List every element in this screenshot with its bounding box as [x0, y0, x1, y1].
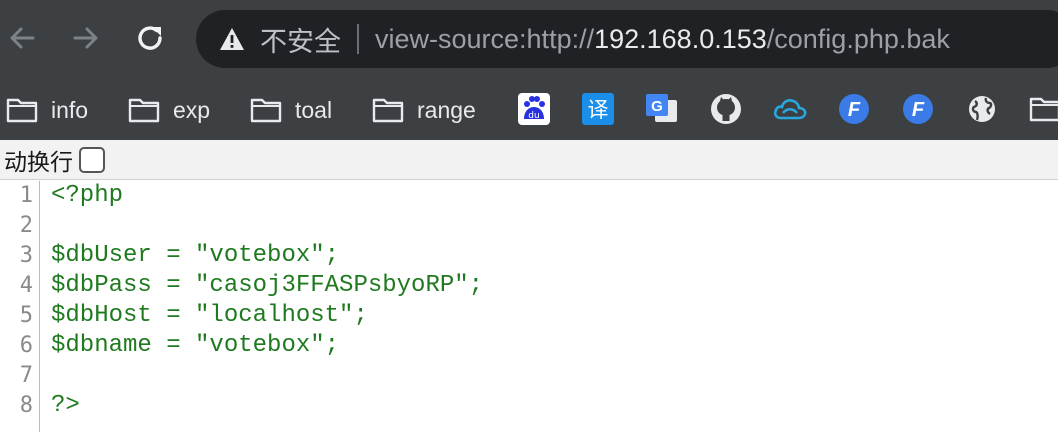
folder-icon: [6, 98, 38, 123]
line-number: 7: [19, 363, 33, 388]
back-button[interactable]: [0, 16, 44, 60]
url-host: 192.168.0.153: [594, 23, 767, 54]
line-number: 4: [19, 273, 33, 298]
line-code: $dbname = "votebox";: [51, 332, 340, 359]
warning-triangle-icon[interactable]: [218, 25, 246, 53]
cloud-bookmark[interactable]: [773, 92, 807, 126]
bookmark-folder-toal[interactable]: toal: [250, 88, 332, 132]
line-wrap-label: 动换行: [4, 149, 73, 176]
source-line: 8 ?>: [0, 391, 1058, 421]
line-code: $dbPass = "casoj3FFASPsbyoRP";: [51, 272, 484, 299]
globe-icon: [969, 96, 995, 122]
fofa-bookmark-2[interactable]: F: [901, 92, 935, 126]
folder-icon: [250, 98, 282, 123]
forward-button[interactable]: [64, 16, 108, 60]
baidu-icon: du: [518, 93, 550, 125]
url-path: /config.php.bak: [766, 23, 950, 54]
line-number: 1: [19, 183, 33, 208]
bookmarks-bar: info exp toal range du 译 G F F: [0, 78, 1058, 140]
arrow-right-icon: [73, 27, 98, 49]
fofa-icon-text: F: [912, 99, 925, 121]
source-line: 4 $dbPass = "casoj3FFASPsbyoRP";: [0, 271, 1058, 301]
url-prefix: view-source:http://: [375, 23, 595, 54]
baidu-icon-text: du: [528, 111, 539, 121]
line-code: ?>: [51, 392, 80, 419]
fofa-icon: F: [903, 94, 933, 124]
bookmark-label: info: [51, 96, 89, 123]
browser-toolbar: 不安全 view-source:http://192.168.0.153/con…: [0, 0, 1058, 78]
line-wrap-bar: 动换行: [0, 140, 1058, 180]
bookmark-folder-info[interactable]: info: [6, 88, 88, 132]
google-translate-icon: G: [646, 94, 677, 122]
source-line: 7: [0, 361, 1058, 391]
translate-icon: 译: [582, 93, 614, 125]
folder-icon: [372, 98, 404, 123]
security-label[interactable]: 不安全: [260, 20, 341, 59]
bookmark-folder-overflow[interactable]: [1028, 92, 1058, 126]
folder-icon: [1029, 97, 1058, 122]
translate-bookmark[interactable]: 译: [581, 92, 615, 126]
line-number: 2: [19, 213, 33, 238]
reload-icon: [138, 26, 162, 50]
source-line: 2: [0, 211, 1058, 241]
reload-button[interactable]: [128, 16, 172, 60]
github-icon: [711, 94, 741, 124]
address-bar[interactable]: 不安全 view-source:http://192.168.0.153/con…: [196, 10, 1058, 68]
arrow-left-icon: [10, 27, 35, 49]
folder-icon: [128, 98, 160, 123]
line-number: 6: [19, 333, 33, 358]
line-wrap-checkbox[interactable]: [79, 146, 105, 173]
fofa-icon-text: F: [848, 99, 861, 121]
url-text[interactable]: view-source:http://192.168.0.153/config.…: [375, 24, 950, 55]
omnibox-separator: [357, 24, 359, 54]
fofa-bookmark-1[interactable]: F: [837, 92, 871, 126]
fofa-icon: F: [839, 94, 869, 124]
globe-bookmark[interactable]: [965, 92, 999, 126]
bookmark-label: toal: [295, 96, 333, 123]
line-number: 5: [19, 303, 33, 328]
source-view: 1 <?php 2 3 $dbUser = "votebox"; 4 $dbPa…: [0, 181, 1058, 432]
source-line: 1 <?php: [0, 181, 1058, 211]
line-code: $dbHost = "localhost";: [51, 302, 368, 329]
github-bookmark[interactable]: [709, 92, 743, 126]
line-code: <?php: [51, 182, 124, 209]
source-line: 3 $dbUser = "votebox";: [0, 241, 1058, 271]
source-line: 6 $dbname = "votebox";: [0, 331, 1058, 361]
bookmark-label: exp: [173, 96, 211, 123]
line-number: 8: [19, 393, 33, 418]
bookmark-label: range: [417, 96, 476, 123]
google-translate-icon-text: G: [651, 98, 663, 115]
translate-icon-text: 译: [588, 98, 609, 122]
google-translate-bookmark[interactable]: G: [645, 92, 679, 126]
line-code: $dbUser = "votebox";: [51, 242, 340, 269]
baidu-bookmark[interactable]: du: [517, 92, 551, 126]
source-line: 5 $dbHost = "localhost";: [0, 301, 1058, 331]
bookmark-folder-exp[interactable]: exp: [128, 88, 210, 132]
cloud-icon: [773, 99, 807, 120]
bookmark-folder-range[interactable]: range: [372, 88, 476, 132]
line-number: 3: [19, 243, 33, 268]
